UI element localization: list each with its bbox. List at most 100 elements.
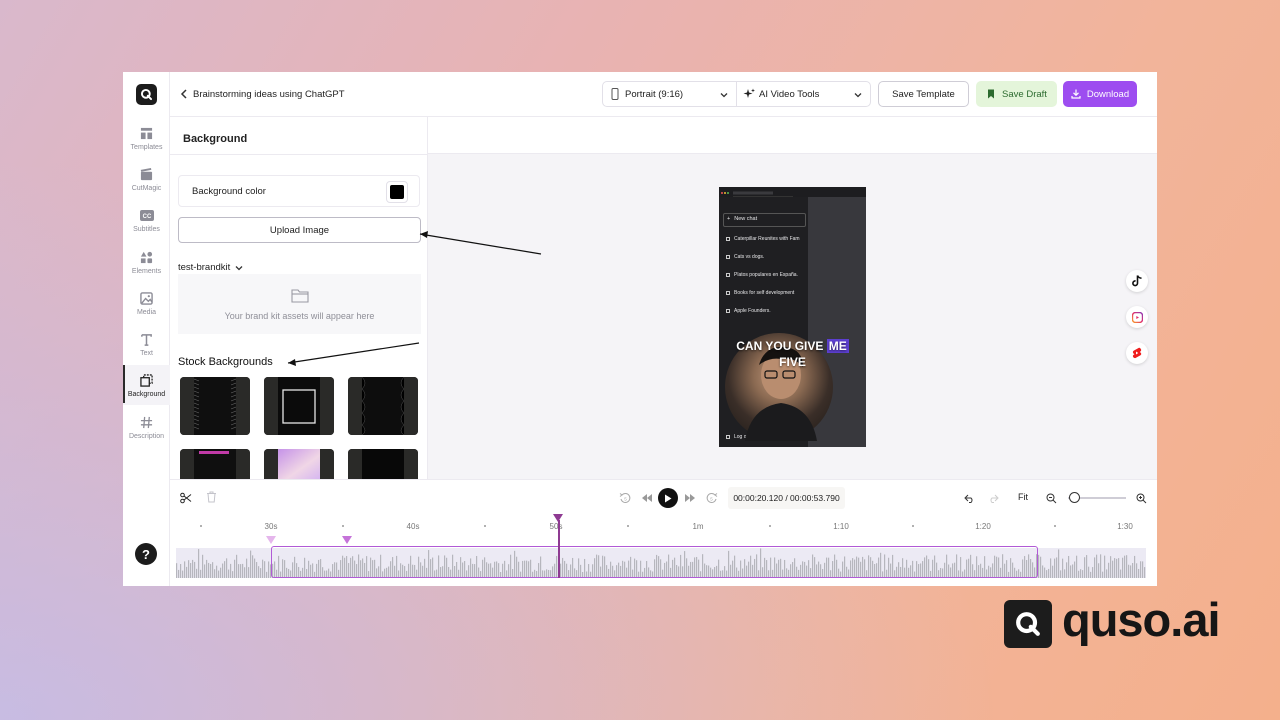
rail-item-subtitles[interactable]: CC Subtitles — [123, 206, 170, 244]
preview-chat-item: Cats vs dogs. — [726, 254, 764, 260]
zoom-in-icon[interactable] — [1135, 492, 1147, 504]
waveform-bar — [230, 563, 232, 578]
play-button[interactable] — [658, 488, 678, 508]
editor-window: Templates CutMagic CC Subtitles Elements… — [123, 72, 1157, 586]
rail-label: Elements — [131, 268, 162, 275]
playhead[interactable] — [558, 520, 560, 578]
background-color-row[interactable]: Background color — [178, 175, 420, 207]
upload-image-button[interactable]: Upload Image — [178, 217, 421, 243]
rail-item-background[interactable]: Background — [123, 365, 170, 405]
waveform-bar — [1062, 558, 1064, 578]
templates-icon — [140, 126, 154, 140]
waveform-bar — [238, 564, 240, 578]
waveform-bar — [1118, 558, 1120, 578]
folder-icon — [290, 288, 309, 303]
waveform-bar — [1092, 567, 1094, 578]
undo-icon[interactable] — [963, 492, 975, 504]
preview-chat-item: Apple Founders. — [726, 308, 771, 314]
rail-item-text[interactable]: Text — [123, 330, 170, 368]
aspect-ratio-select[interactable]: Portrait (9:16) — [602, 81, 737, 107]
waveform-bar — [192, 559, 194, 578]
cutmagic-icon — [140, 167, 154, 181]
waveform-bar — [264, 561, 266, 578]
instagram-reels-button[interactable] — [1126, 306, 1148, 328]
color-swatch-fill — [390, 185, 404, 199]
brandkit-select[interactable]: test-brandkit — [178, 262, 244, 273]
ai-tools-select[interactable]: AI Video Tools — [736, 81, 871, 107]
app-logo[interactable] — [136, 84, 157, 105]
waveform-bar — [1108, 562, 1110, 578]
waveform-bar — [1106, 569, 1108, 578]
zoom-out-icon[interactable] — [1045, 492, 1057, 504]
waveform-bar — [234, 559, 236, 578]
stock-background-thumb[interactable] — [180, 377, 250, 435]
rail-label: Background — [127, 391, 166, 398]
waveform-bar — [236, 554, 238, 578]
stock-background-thumb[interactable] — [348, 449, 418, 479]
timeline: 5 5 00:00:20.120 / 00:00:53.790 Fit 30s … — [170, 479, 1157, 586]
trim-marker[interactable] — [342, 536, 352, 544]
waveform-bar — [182, 570, 184, 578]
waveform-bar — [1076, 555, 1078, 578]
download-button[interactable]: Download — [1063, 81, 1137, 107]
redo-icon[interactable] — [988, 492, 1000, 504]
waveform-bar — [1052, 565, 1054, 578]
phone-icon — [611, 88, 619, 100]
ruler-label: 1:20 — [975, 522, 991, 531]
top-bar: Brainstorming ideas using ChatGPT Portra… — [170, 72, 1157, 117]
left-rail: Templates CutMagic CC Subtitles Elements… — [123, 72, 170, 586]
trim-start-marker[interactable] — [266, 536, 276, 544]
waveform-bar — [1090, 571, 1092, 578]
tiktok-button[interactable] — [1126, 270, 1148, 292]
save-template-button[interactable]: Save Template — [878, 81, 969, 107]
waveform-bar — [208, 562, 210, 578]
project-title[interactable]: Brainstorming ideas using ChatGPT — [193, 89, 345, 100]
forward-5s-icon[interactable]: 5 — [706, 492, 718, 504]
waveform-bar — [176, 563, 178, 578]
stock-background-thumb[interactable] — [264, 449, 334, 479]
preview-browser-bar — [719, 187, 866, 198]
panel-title: Background — [183, 133, 248, 145]
video-preview[interactable]: + New chat Caterpillar Reunites with Fam … — [719, 187, 866, 447]
waveform-bar — [180, 564, 182, 578]
waveform-bar — [1122, 557, 1124, 578]
ruler-dot — [342, 525, 344, 527]
fit-button[interactable]: Fit — [1018, 492, 1028, 502]
divider — [170, 154, 427, 155]
stock-background-thumb[interactable] — [348, 377, 418, 435]
rail-item-cutmagic[interactable]: CutMagic — [123, 165, 170, 203]
youtube-shorts-button[interactable] — [1126, 342, 1148, 364]
skip-back-icon[interactable] — [641, 492, 653, 504]
rail-item-elements[interactable]: Elements — [123, 248, 170, 286]
background-color-swatch[interactable] — [386, 181, 408, 203]
zoom-slider-handle[interactable] — [1069, 492, 1080, 503]
save-draft-button[interactable]: Save Draft — [976, 81, 1057, 107]
stock-background-thumb[interactable] — [180, 449, 250, 479]
quso-logo-icon — [1016, 612, 1040, 636]
waveform-bar — [222, 563, 224, 578]
waveform-bar — [1044, 567, 1046, 578]
back-arrow-icon[interactable] — [178, 87, 190, 101]
caption-line2: FIVE — [779, 355, 806, 369]
selected-clip-range[interactable] — [271, 546, 1038, 578]
rewind-5s-icon[interactable]: 5 — [619, 492, 631, 504]
rail-label: Media — [136, 309, 157, 316]
rail-item-description[interactable]: Description — [123, 413, 170, 451]
help-button[interactable]: ? — [135, 543, 157, 565]
ruler-dot — [200, 525, 202, 527]
rail-item-media[interactable]: Media — [123, 289, 170, 327]
rail-item-templates[interactable]: Templates — [123, 124, 170, 162]
playhead-handle[interactable] — [553, 514, 563, 522]
waveform-bar — [266, 571, 268, 578]
trash-icon[interactable] — [205, 491, 217, 503]
scissors-icon[interactable] — [180, 492, 192, 504]
stock-background-thumb[interactable] — [264, 377, 334, 435]
waveform-bar — [1050, 558, 1052, 578]
waveform-bar — [1128, 564, 1130, 578]
ruler-dot — [912, 525, 914, 527]
waveform-bar — [1070, 565, 1072, 578]
waveform-bar — [228, 569, 230, 578]
skip-forward-icon[interactable] — [684, 492, 696, 504]
waveform-bar — [254, 558, 256, 578]
waveform-bar — [1114, 558, 1116, 578]
